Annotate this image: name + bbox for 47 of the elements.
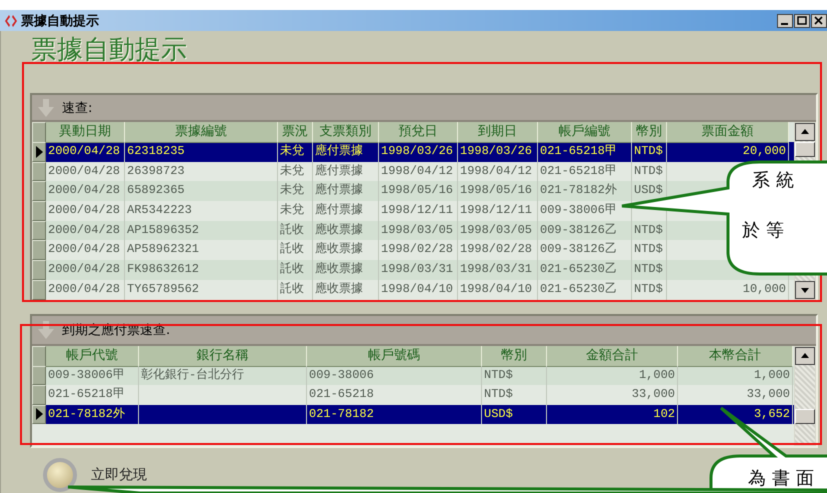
app-icon xyxy=(4,14,18,28)
callout-text: 系統 xyxy=(752,169,800,192)
table-cell: 應收票據 xyxy=(313,280,379,300)
column-header[interactable]: 到期日 xyxy=(458,122,538,143)
maximize-icon[interactable] xyxy=(794,14,810,28)
table-cell: 10,000 xyxy=(667,280,789,300)
column-header[interactable]: 帳戶代號 xyxy=(46,346,139,366)
column-header[interactable]: 票據編號 xyxy=(125,122,278,143)
button-label: 立即兌現 xyxy=(91,466,147,484)
column-header[interactable]: 本幣合計 xyxy=(678,346,793,366)
scroll-up-icon[interactable] xyxy=(795,123,815,141)
column-header[interactable]: 支票類別 xyxy=(313,122,379,143)
column-header[interactable]: 票況 xyxy=(278,122,313,143)
row-selector[interactable] xyxy=(32,404,46,424)
table-cell: TY65789562 xyxy=(125,280,278,300)
table-cell: 021-65230乙 xyxy=(538,280,632,300)
table-cell: 1998/04/10 xyxy=(458,280,538,300)
column-header[interactable]: 幣別 xyxy=(632,122,667,143)
current-row-icon xyxy=(36,408,42,420)
callout-text: 於等 xyxy=(742,219,790,242)
scroll-thumb[interactable] xyxy=(795,142,815,157)
scroll-down-icon[interactable] xyxy=(795,280,815,298)
minimize-icon[interactable] xyxy=(777,14,793,28)
column-header[interactable]: 幣別 xyxy=(482,346,547,366)
table-cell: 1998/04/10 xyxy=(379,280,458,300)
current-row-icon xyxy=(36,146,42,158)
row-selector[interactable] xyxy=(32,142,46,162)
close-icon[interactable] xyxy=(811,14,827,28)
column-header[interactable]: 異動日期 xyxy=(46,122,125,143)
column-header[interactable]: 帳戶號碼 xyxy=(307,346,482,366)
cash-button[interactable] xyxy=(43,458,77,492)
column-header[interactable]: 金額合計 xyxy=(547,346,678,366)
down-arrow-icon xyxy=(38,98,54,116)
down-arrow-icon xyxy=(38,320,54,338)
panel-title: 速查: xyxy=(62,100,92,116)
table-cell: 2000/04/28 xyxy=(46,280,125,300)
callout-text: 為書面 xyxy=(748,467,820,490)
column-header[interactable]: 銀行名稱 xyxy=(139,346,307,366)
scroll-thumb[interactable] xyxy=(795,408,815,424)
table-cell: NTD$ xyxy=(632,280,667,300)
column-header[interactable]: 票面金額 xyxy=(667,122,789,143)
page-heading: 票據自動提示 xyxy=(30,34,187,63)
column-header[interactable]: 帳戶編號 xyxy=(538,122,632,143)
scroll-up-icon[interactable] xyxy=(795,346,815,364)
column-header[interactable]: 預兌日 xyxy=(379,122,458,143)
window-title: 票據自動提示 xyxy=(21,12,99,30)
table-cell: 託收 xyxy=(278,280,313,300)
